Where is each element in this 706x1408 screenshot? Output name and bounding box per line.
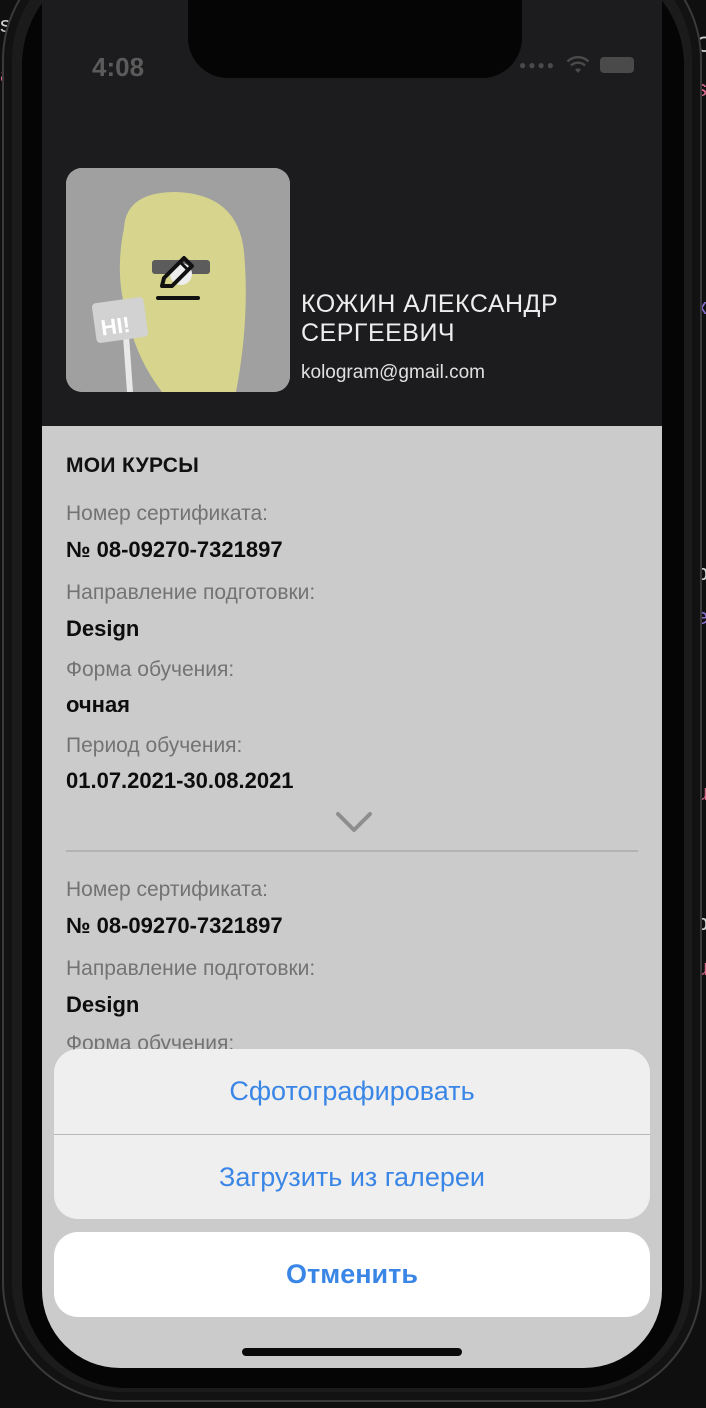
direction-value: Design [66, 616, 140, 641]
direction-value: Design [66, 992, 140, 1017]
app-screen: 4:08 ●●●● HI! КОЖИН АЛЕКСАНДР СЕРГЕЕВИЧ … [42, 0, 662, 1368]
study-form-value: очная [66, 692, 131, 717]
chevron-down-icon[interactable] [334, 810, 374, 834]
action-sheet: Сфотографировать Загрузить из галереи [54, 1049, 650, 1219]
cert-number-label: Номер сертификата: [66, 878, 268, 901]
home-indicator[interactable] [242, 1348, 462, 1356]
study-period-label: Период обучения: [66, 734, 243, 757]
notch [188, 0, 522, 78]
direction-label: Направление подготовки: [66, 581, 316, 604]
cert-number-value: № 08-09270-7321897 [66, 537, 283, 562]
edit-pencil-icon[interactable] [154, 252, 202, 304]
divider [66, 850, 638, 852]
study-form-label: Форма обучения: [66, 658, 235, 681]
avatar[interactable]: HI! [66, 168, 290, 392]
cancel-button[interactable]: Отменить [54, 1232, 650, 1317]
cert-number-label: Номер сертификата: [66, 502, 268, 525]
section-title: МОИ КУРСЫ [66, 454, 200, 477]
courses-section: МОИ КУРСЫ Номер сертификата: № 08-09270-… [42, 426, 662, 1368]
user-name: КОЖИН АЛЕКСАНДР СЕРГЕЕВИЧ [301, 290, 559, 347]
cert-number-value: № 08-09270-7321897 [66, 913, 283, 938]
user-email: kologram@gmail.com [301, 362, 486, 383]
battery-icon [600, 57, 634, 73]
signal-icon: ●●●● [519, 58, 556, 72]
status-icons: ●●●● [519, 56, 634, 74]
status-time: 4:08 [92, 52, 145, 82]
take-photo-button[interactable]: Сфотографировать [54, 1049, 650, 1134]
upload-from-gallery-button[interactable]: Загрузить из галереи [54, 1135, 650, 1219]
study-period-value: 01.07.2021-30.08.2021 [66, 768, 294, 793]
avatar-sign-text: HI! [99, 312, 132, 341]
wifi-icon [566, 56, 590, 73]
direction-label: Направление подготовки: [66, 957, 316, 980]
